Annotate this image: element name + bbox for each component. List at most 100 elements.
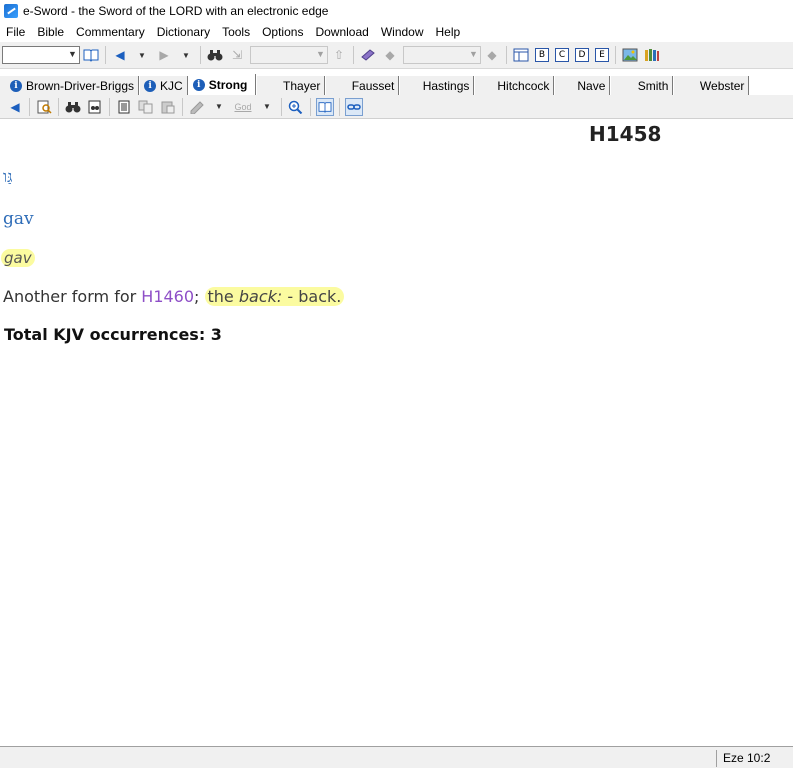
menu-bible[interactable]: Bible <box>31 22 70 42</box>
dictionary-pane-button[interactable]: D <box>575 48 589 62</box>
toolbar-separator <box>182 97 183 116</box>
tab-kjc[interactable]: i KJC <box>140 76 188 95</box>
chevron-down-icon: ▼ <box>469 49 478 59</box>
tab-smith[interactable]: Smith <box>611 76 674 95</box>
tab-label: Brown-Driver-Briggs <box>26 78 135 93</box>
current-reference: Eze 10:2 <box>716 750 791 767</box>
tab-brown-driver-briggs[interactable]: i Brown-Driver-Briggs <box>0 76 140 95</box>
toolbar-separator <box>339 97 340 116</box>
copy-icon[interactable] <box>137 98 155 116</box>
editor-pane-button[interactable]: E <box>595 48 609 62</box>
bible-version-combo[interactable]: ▼ <box>2 46 80 64</box>
definition-separator: ; <box>194 287 205 306</box>
god-label[interactable]: God <box>232 98 254 116</box>
map-image-icon[interactable] <box>621 46 639 64</box>
binoculars-icon[interactable] <box>206 46 224 64</box>
tab-label: KJC <box>160 78 183 93</box>
menu-tools[interactable]: Tools <box>216 22 256 42</box>
tab-label: Nave <box>577 78 606 93</box>
forward-arrow-icon[interactable]: ▶ <box>155 46 173 64</box>
open-book-icon[interactable] <box>82 46 100 64</box>
info-icon: i <box>10 79 22 92</box>
tab-label: Fausset <box>351 78 395 93</box>
toolbar-separator <box>506 46 507 64</box>
transliteration: gav <box>3 209 34 229</box>
toolbar-separator <box>105 46 106 64</box>
dropdown-arrow-icon[interactable]: ▼ <box>258 98 276 116</box>
tab-label: Hitchcock <box>497 78 550 93</box>
title-bar: e-Sword - the Sword of the LORD with an … <box>0 0 793 22</box>
definition-highlight: the back: - back. <box>204 287 345 306</box>
definition-text: - back. <box>282 287 342 306</box>
toolbar-separator <box>109 97 110 116</box>
bible-pane-button[interactable]: B <box>535 48 549 62</box>
menu-download[interactable]: Download <box>309 22 374 42</box>
toolbar-separator <box>281 97 282 116</box>
definition-italic-text: back: <box>238 287 283 306</box>
status-bar: Eze 10:2 <box>0 746 793 768</box>
commentary-combo[interactable]: ▼ <box>250 46 328 64</box>
bookmark-arrow-icon[interactable]: ⇲ <box>228 46 246 64</box>
binoculars-icon[interactable] <box>64 98 82 116</box>
app-window: e-Sword - the Sword of the LORD with an … <box>0 0 793 768</box>
dropdown-arrow-icon[interactable]: ▼ <box>210 98 228 116</box>
definition-prefix: Another form for <box>3 287 142 306</box>
dictionary-combo[interactable]: ▼ <box>403 46 481 64</box>
highlight-icon[interactable] <box>188 98 206 116</box>
commentary-pane-button[interactable]: C <box>555 48 569 62</box>
page-search-icon[interactable] <box>35 98 53 116</box>
total-occurrences: Total KJV occurrences: 3 <box>4 325 222 344</box>
toolbar-separator <box>58 97 59 116</box>
zoom-in-icon[interactable] <box>287 98 305 116</box>
back-arrow-icon[interactable]: ◀ <box>6 98 24 116</box>
document-icon[interactable] <box>115 98 133 116</box>
strong-number-heading: H1458 <box>589 122 662 146</box>
dictionary-tab-bar: i Brown-Driver-Briggs i KJC i Strong Tha… <box>0 73 793 95</box>
menu-window[interactable]: Window <box>375 22 430 42</box>
definition-text: the <box>207 287 239 306</box>
info-icon: i <box>192 78 205 91</box>
library-books-icon[interactable] <box>643 46 661 64</box>
back-arrow-icon[interactable]: ◀ <box>111 46 129 64</box>
tab-nave[interactable]: Nave <box>555 76 611 95</box>
layout-panes-icon[interactable] <box>512 46 530 64</box>
dictionary-content: H1458 גַּו gav gav Another form for H146… <box>0 119 793 746</box>
toolbar-separator <box>200 46 201 64</box>
esword-app-icon <box>4 4 18 18</box>
tab-label: Smith <box>637 78 669 93</box>
main-toolbar: ▼ ◀ ▼ ▶ ▼ ⇲ ▼ ⇧ ◆ ▼ ◆ B C D E <box>0 42 793 69</box>
menu-file[interactable]: File <box>0 22 31 42</box>
definition: Another form for H1460; the back: - back… <box>3 287 345 306</box>
dictionary-book-icon[interactable] <box>359 46 377 64</box>
link-icon[interactable] <box>345 97 363 116</box>
menu-help[interactable]: Help <box>430 22 467 42</box>
dropdown-arrow-icon[interactable]: ▼ <box>177 46 195 64</box>
pin-icon[interactable]: ◆ <box>483 46 501 64</box>
strong-reference-link[interactable]: H1460 <box>141 287 194 306</box>
toolbar-separator <box>310 97 311 116</box>
pin-icon[interactable]: ⇧ <box>330 46 348 64</box>
tab-fausset[interactable]: Fausset <box>326 76 400 95</box>
find-in-page-icon[interactable] <box>86 98 104 116</box>
window-title: e-Sword - the Sword of the LORD with an … <box>23 4 329 18</box>
tab-label: Strong <box>208 77 248 92</box>
tab-hastings[interactable]: Hastings <box>400 76 475 95</box>
menu-commentary[interactable]: Commentary <box>70 22 151 42</box>
open-book-icon[interactable] <box>316 97 334 116</box>
dropdown-arrow-icon[interactable]: ▼ <box>133 46 151 64</box>
chevron-down-icon: ▼ <box>68 49 77 59</box>
chevron-down-icon: ▼ <box>316 49 325 59</box>
tab-label: Thayer <box>283 78 321 93</box>
tab-strong[interactable]: i Strong <box>188 74 257 95</box>
eraser-icon[interactable]: ◆ <box>381 46 399 64</box>
paste-icon[interactable] <box>159 98 177 116</box>
menu-dictionary[interactable]: Dictionary <box>151 22 216 42</box>
toolbar-separator <box>29 97 30 116</box>
tab-webster[interactable]: Webster <box>674 76 750 95</box>
menu-bar: File Bible Commentary Dictionary Tools O… <box>0 22 793 42</box>
tab-thayer[interactable]: Thayer <box>257 76 326 95</box>
tab-label: Hastings <box>422 78 470 93</box>
menu-options[interactable]: Options <box>256 22 309 42</box>
tab-hitchcock[interactable]: Hitchcock <box>475 76 555 95</box>
tab-label: Webster <box>699 78 745 93</box>
